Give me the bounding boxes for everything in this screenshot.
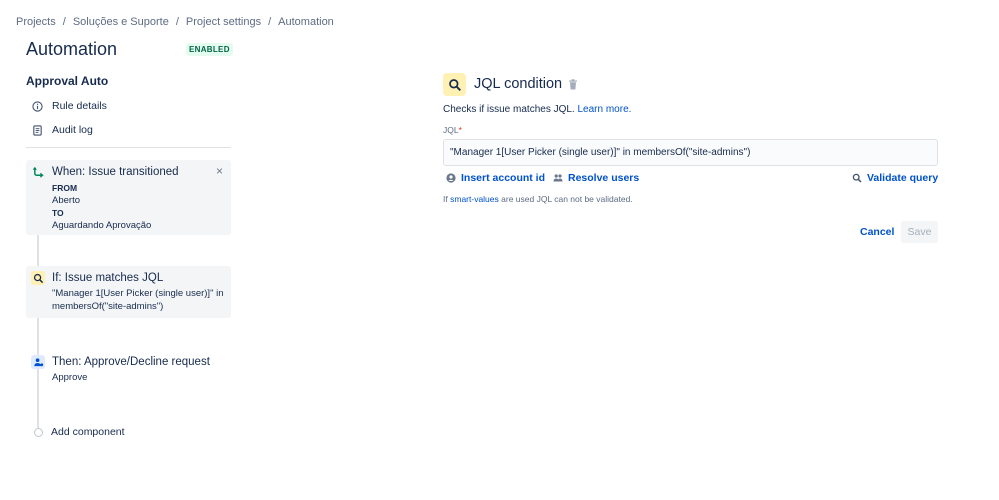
page-title: Automation bbox=[26, 39, 118, 59]
add-component-label: Add component bbox=[51, 426, 125, 438]
action-title: Then: Approve/Decline request bbox=[52, 356, 210, 368]
rule-details-label: Rule details bbox=[52, 100, 107, 112]
to-value: Aguardando Aprovação bbox=[52, 219, 152, 231]
validate-query-button[interactable]: Validate query bbox=[852, 172, 938, 184]
breadcrumb-separator: / bbox=[268, 16, 272, 28]
close-icon[interactable]: × bbox=[216, 165, 223, 177]
add-circle-icon bbox=[34, 427, 43, 437]
rule-name: Approval Auto bbox=[26, 74, 109, 88]
breadcrumb-project[interactable]: Soluções e Suporte bbox=[73, 16, 169, 28]
description-text: Checks if issue matches JQL. bbox=[443, 104, 575, 115]
breadcrumb-projects[interactable]: Projects bbox=[16, 16, 56, 28]
breadcrumb-automation[interactable]: Automation bbox=[278, 16, 334, 28]
smart-values-link[interactable]: smart-values bbox=[450, 194, 499, 204]
trash-icon[interactable] bbox=[568, 79, 578, 90]
breadcrumb-separator: / bbox=[175, 16, 179, 28]
approve-user-icon bbox=[33, 357, 43, 366]
trigger-component[interactable]: When: Issue transitioned × FROM Aberto T… bbox=[26, 160, 231, 235]
action-icon-box bbox=[31, 355, 45, 369]
insert-account-id-label: Insert account id bbox=[461, 172, 546, 184]
condition-title: If: Issue matches JQL bbox=[52, 272, 164, 284]
to-label: TO bbox=[52, 208, 64, 218]
search-icon bbox=[33, 273, 43, 283]
from-value: Aberto bbox=[52, 194, 80, 206]
audit-log-link[interactable]: Audit log bbox=[32, 124, 93, 136]
resolve-users-button[interactable]: Resolve users bbox=[553, 172, 639, 184]
transition-icon bbox=[32, 166, 44, 178]
jql-field-label: JQL* bbox=[443, 125, 462, 135]
status-badge: ENABLED bbox=[186, 43, 233, 56]
sidebar-divider bbox=[26, 147, 231, 148]
required-marker: * bbox=[458, 125, 462, 135]
learn-more-link[interactable]: Learn more. bbox=[578, 104, 632, 115]
hint-suffix: are used JQL can not be validated. bbox=[501, 194, 633, 204]
breadcrumb-separator: / bbox=[62, 16, 66, 28]
cancel-button[interactable]: Cancel bbox=[856, 221, 898, 243]
condition-icon-box bbox=[31, 271, 45, 285]
resolve-users-label: Resolve users bbox=[568, 172, 640, 184]
condition-component[interactable]: If: Issue matches JQL "Manager 1[User Pi… bbox=[26, 266, 231, 318]
insert-account-id-button[interactable]: Insert account id bbox=[446, 172, 545, 184]
jql-label-text: JQL bbox=[443, 125, 459, 135]
audit-log-label: Audit log bbox=[52, 124, 93, 136]
action-details: Approve bbox=[52, 372, 88, 383]
search-icon bbox=[852, 173, 862, 183]
breadcrumb: Projects / Soluções e Suporte / Project … bbox=[16, 16, 334, 28]
save-button[interactable]: Save bbox=[901, 221, 938, 243]
action-component[interactable]: Then: Approve/Decline request Approve bbox=[26, 350, 231, 390]
jql-condition-icon-box bbox=[443, 73, 466, 96]
people-icon bbox=[553, 174, 563, 182]
search-icon bbox=[448, 78, 461, 91]
trigger-details: FROM Aberto TO Aguardando Aprovação bbox=[52, 182, 230, 232]
breadcrumb-project-settings[interactable]: Project settings bbox=[186, 16, 261, 28]
panel-description: Checks if issue matches JQL. Learn more. bbox=[443, 104, 631, 115]
hint-prefix: If bbox=[443, 194, 448, 204]
smart-values-hint: If smart-values are used JQL can not be … bbox=[443, 194, 633, 204]
panel-title: JQL condition bbox=[474, 76, 563, 92]
add-component-button[interactable]: Add component bbox=[34, 426, 125, 438]
document-icon bbox=[33, 124, 42, 136]
user-circle-icon bbox=[446, 173, 456, 183]
rule-details-link[interactable]: Rule details bbox=[32, 100, 107, 112]
trigger-icon-box bbox=[31, 165, 45, 179]
condition-details: "Manager 1[User Picker (single user)]" i… bbox=[52, 288, 224, 312]
trigger-title: When: Issue transitioned bbox=[52, 166, 179, 178]
info-icon bbox=[32, 100, 43, 112]
from-label: FROM bbox=[52, 183, 78, 193]
jql-input[interactable] bbox=[443, 139, 938, 166]
validate-query-label: Validate query bbox=[867, 172, 939, 184]
